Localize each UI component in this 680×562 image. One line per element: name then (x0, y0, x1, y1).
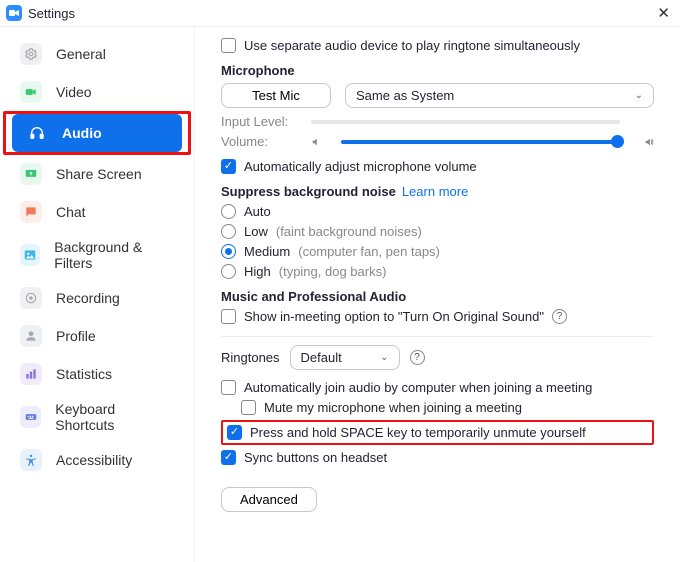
learn-more-link[interactable]: Learn more (402, 184, 468, 199)
label-mute-on-join: Mute my microphone when joining a meetin… (264, 400, 522, 415)
label-noise-low: Low (244, 224, 268, 239)
keyboard-icon (20, 406, 41, 428)
gear-icon (20, 43, 42, 65)
divider (221, 336, 654, 337)
chevron-down-icon: ⌄ (635, 90, 643, 101)
chat-icon (20, 201, 42, 223)
settings-panel: Use separate audio device to play ringto… (195, 27, 680, 562)
radio-noise-low[interactable] (221, 224, 236, 239)
app-icon (6, 5, 22, 21)
checkbox-mute-on-join[interactable] (241, 400, 256, 415)
label-sync-headset: Sync buttons on headset (244, 450, 387, 465)
checkbox-space-unmute[interactable] (227, 425, 242, 440)
accessibility-icon (20, 449, 42, 471)
sidebar-item-label: Audio (62, 125, 102, 141)
sidebar-item-label: Background & Filters (54, 239, 174, 271)
sidebar-item-background[interactable]: Background & Filters (6, 231, 188, 279)
sidebar-item-label: Recording (56, 290, 120, 306)
close-icon[interactable]: ✕ (657, 4, 670, 22)
hint-noise-medium: (computer fan, pen taps) (298, 244, 440, 259)
share-screen-icon (20, 163, 42, 185)
radio-noise-auto[interactable] (221, 204, 236, 219)
headphones-icon (26, 122, 48, 144)
microphone-select[interactable]: Same as System ⌄ (345, 83, 654, 108)
help-icon[interactable]: ? (552, 309, 567, 324)
label-original-sound: Show in-meeting option to "Turn On Origi… (244, 309, 544, 324)
sidebar-item-video[interactable]: Video (6, 73, 188, 111)
sidebar-item-label: Chat (56, 204, 86, 220)
section-music: Music and Professional Audio (221, 289, 654, 304)
sidebar-item-accessibility[interactable]: Accessibility (6, 441, 188, 479)
chevron-down-icon: ⌄ (380, 352, 388, 363)
sidebar-item-label: Accessibility (56, 452, 132, 468)
profile-icon (20, 325, 42, 347)
sidebar-item-share-screen[interactable]: Share Screen (6, 155, 188, 193)
volume-slider[interactable] (341, 140, 624, 144)
statistics-icon (20, 363, 42, 385)
input-level-meter (311, 120, 620, 124)
sidebar: General Video Audio Share Screen (0, 27, 195, 562)
label-noise-high: High (244, 264, 271, 279)
sidebar-item-statistics[interactable]: Statistics (6, 355, 188, 393)
ringtones-label: Ringtones (221, 350, 280, 365)
sidebar-item-label: Share Screen (56, 166, 142, 182)
label-noise-auto: Auto (244, 204, 271, 219)
sidebar-item-label: General (56, 46, 106, 62)
sidebar-item-label: Statistics (56, 366, 112, 382)
advanced-button[interactable]: Advanced (221, 487, 317, 512)
help-icon[interactable]: ? (410, 350, 425, 365)
sidebar-item-general[interactable]: General (6, 35, 188, 73)
input-level-label: Input Level: (221, 114, 291, 129)
checkbox-original-sound[interactable] (221, 309, 236, 324)
microphone-select-value: Same as System (356, 88, 454, 103)
hint-noise-low: (faint background noises) (276, 224, 422, 239)
sidebar-item-recording[interactable]: Recording (6, 279, 188, 317)
sidebar-item-label: Keyboard Shortcuts (55, 401, 174, 433)
background-icon (20, 244, 40, 266)
checkbox-separate-device[interactable] (221, 38, 236, 53)
section-microphone: Microphone (221, 63, 654, 78)
sidebar-item-keyboard[interactable]: Keyboard Shortcuts (6, 393, 188, 441)
label-noise-medium: Medium (244, 244, 290, 259)
label-auto-adjust: Automatically adjust microphone volume (244, 159, 477, 174)
sidebar-item-profile[interactable]: Profile (6, 317, 188, 355)
checkbox-sync-headset[interactable] (221, 450, 236, 465)
sidebar-item-label: Video (56, 84, 92, 100)
label-space-unmute: Press and hold SPACE key to temporarily … (250, 425, 586, 440)
volume-label: Volume: (221, 134, 291, 149)
label-auto-join: Automatically join audio by computer whe… (244, 380, 592, 395)
radio-noise-medium[interactable] (221, 244, 236, 259)
section-noise: Suppress background noise (221, 184, 396, 199)
hint-noise-high: (typing, dog barks) (279, 264, 387, 279)
speaker-high-icon (644, 137, 654, 147)
sidebar-item-audio[interactable]: Audio (12, 114, 182, 152)
window-title: Settings (28, 6, 75, 21)
ringtone-select[interactable]: Default ⌄ (290, 345, 400, 370)
sidebar-item-label: Profile (56, 328, 96, 344)
sidebar-item-chat[interactable]: Chat (6, 193, 188, 231)
recording-icon (20, 287, 42, 309)
test-mic-button[interactable]: Test Mic (221, 83, 331, 108)
checkbox-auto-adjust[interactable] (221, 159, 236, 174)
speaker-low-icon (311, 137, 321, 147)
label-separate-device: Use separate audio device to play ringto… (244, 38, 580, 53)
video-icon (20, 81, 42, 103)
ringtone-value: Default (301, 350, 342, 365)
checkbox-auto-join[interactable] (221, 380, 236, 395)
radio-noise-high[interactable] (221, 264, 236, 279)
